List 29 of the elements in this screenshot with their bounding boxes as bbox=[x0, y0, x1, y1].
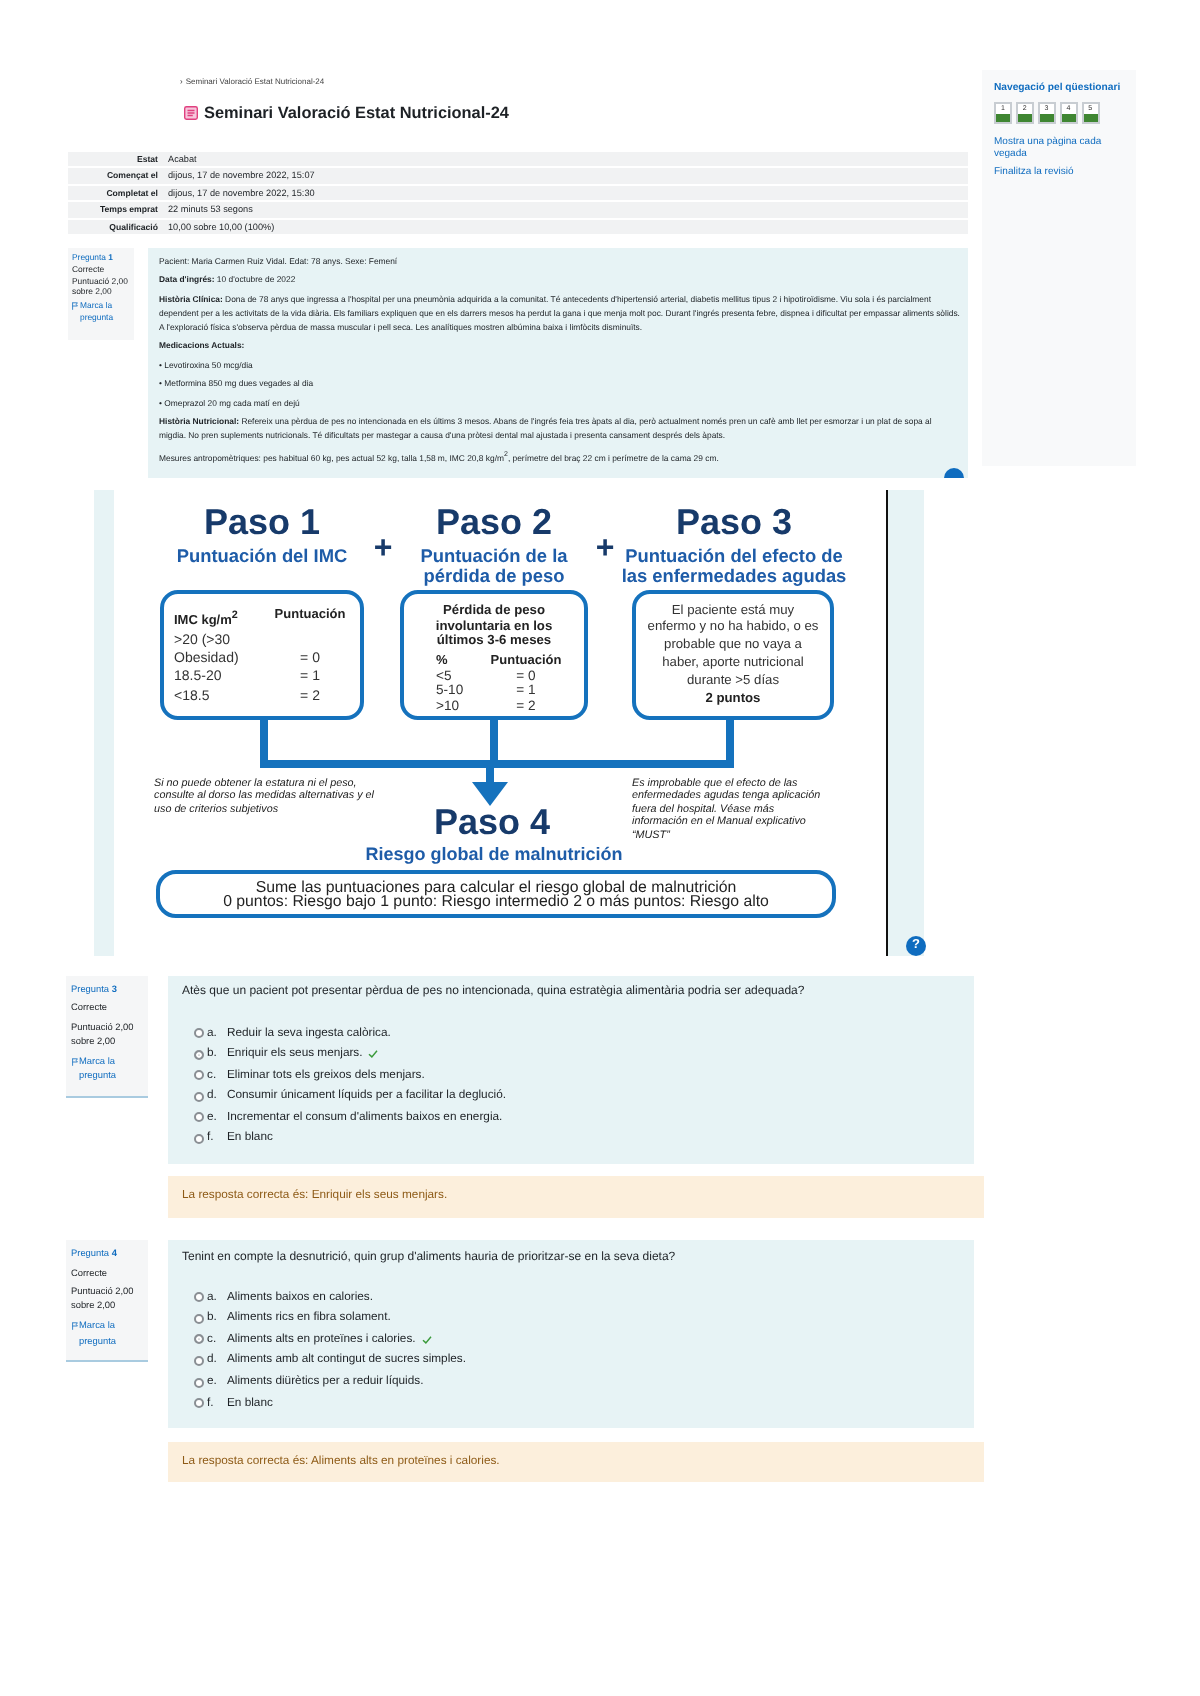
step-title: Paso 1 bbox=[203, 504, 321, 543]
flag-icon bbox=[71, 1322, 77, 1331]
radio-button[interactable] bbox=[193, 1028, 203, 1039]
radio-button[interactable] bbox=[193, 1070, 203, 1081]
plus-sign: + bbox=[594, 538, 616, 563]
step-subtitle: Puntuación de la pérdida de peso bbox=[418, 545, 570, 586]
radio-button[interactable] bbox=[193, 1049, 203, 1060]
step-title: Paso 3 bbox=[675, 504, 793, 543]
step-subtitle: Riesgo global de malnutrición bbox=[365, 845, 623, 863]
help-icon[interactable] bbox=[944, 468, 964, 479]
radio-button[interactable] bbox=[193, 1112, 203, 1123]
step-subtitle: Puntuación del IMC bbox=[176, 545, 348, 566]
step-subtitle: Puntuación del efecto de las enfermedades agudas bbox=[619, 545, 849, 586]
step-title: Paso 4 bbox=[433, 803, 551, 842]
radio-button[interactable] bbox=[193, 1133, 203, 1144]
plus-sign: + bbox=[372, 538, 394, 563]
radio-button[interactable] bbox=[193, 1091, 203, 1102]
radio-button[interactable] bbox=[193, 1313, 203, 1324]
down-arrow bbox=[472, 767, 508, 806]
quiz-icon bbox=[184, 106, 198, 120]
radio-button[interactable] bbox=[193, 1377, 203, 1388]
radio-button[interactable] bbox=[193, 1398, 203, 1409]
page-title: Seminari Valoració Estat Nutricional-24 bbox=[204, 104, 509, 122]
radio-button[interactable] bbox=[193, 1292, 203, 1303]
radio-button[interactable] bbox=[193, 1334, 203, 1345]
step-title: Paso 2 bbox=[435, 504, 553, 543]
flag-icon bbox=[71, 1057, 77, 1066]
flag-icon bbox=[72, 302, 78, 311]
radio-button[interactable] bbox=[193, 1355, 203, 1366]
